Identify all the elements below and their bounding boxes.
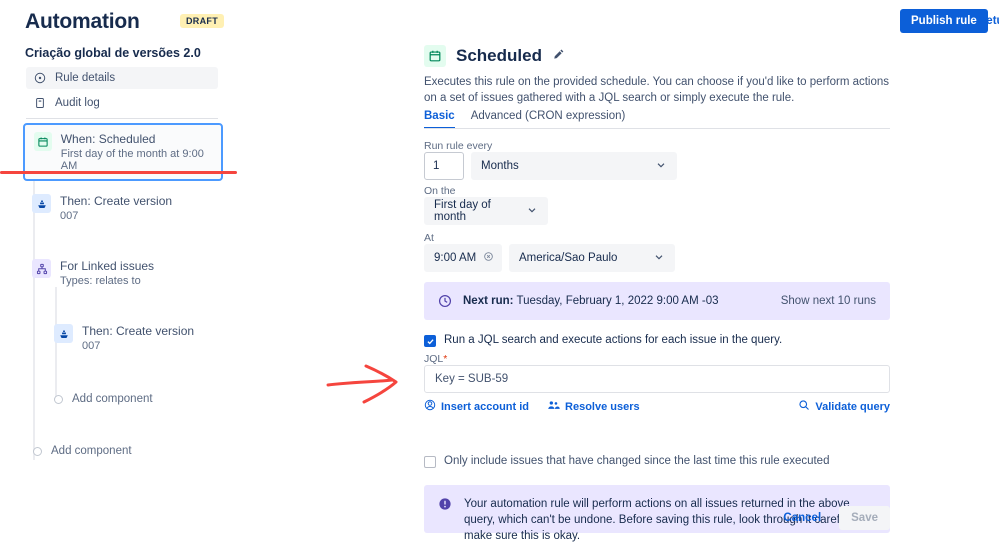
return-link[interactable]: Retu <box>978 15 999 27</box>
clear-icon[interactable] <box>483 251 494 265</box>
validate-query-label: Validate query <box>815 400 890 413</box>
interval-unit-value: Months <box>481 160 519 172</box>
checkbox-checked-icon[interactable] <box>424 335 436 347</box>
annotation-underline <box>0 171 237 174</box>
rule-sidebar: Criação global de versões 2.0 Rule detai… <box>0 42 415 534</box>
jql-tools-row: Insert account id Resolve users Validate… <box>424 399 890 414</box>
show-next-runs-link[interactable]: Show next 10 runs <box>781 295 876 307</box>
next-run-banner: Next run: Tuesday, February 1, 2022 9:00… <box>424 282 890 320</box>
next-run-label: Next run: <box>463 295 514 307</box>
add-component-label: Add component <box>51 445 132 457</box>
chevron-down-icon <box>655 159 667 174</box>
time-input[interactable]: 9:00 AM <box>424 244 502 272</box>
time-value: 9:00 AM <box>434 252 477 264</box>
insert-account-id-button[interactable]: Insert account id <box>424 399 529 414</box>
required-asterisk: * <box>443 353 448 365</box>
on-the-value: First day of month <box>434 199 491 223</box>
tree-node-subtitle: Types: relates to <box>60 275 141 287</box>
changed-only-label: Only include issues that have changed si… <box>444 455 830 467</box>
timezone-value: America/Sao Paulo <box>519 252 618 264</box>
tree-node-create-version[interactable]: Then: Create version 007 <box>32 194 172 222</box>
tree-node-subtitle: First day of the month at 9:00 AM <box>60 148 204 172</box>
next-run-text: Next run: Tuesday, February 1, 2022 9:00… <box>463 295 719 307</box>
person-icon <box>424 399 436 414</box>
tab-advanced-cron[interactable]: Advanced (CRON expression) <box>471 110 626 129</box>
calendar-icon <box>34 132 52 151</box>
branch-icon <box>32 259 51 278</box>
tree-node-subtitle: 007 <box>60 210 79 222</box>
search-icon <box>798 399 810 414</box>
detail-description: Executes this rule on the provided sched… <box>424 76 890 104</box>
people-icon <box>547 399 560 414</box>
next-run-value: Tuesday, February 1, 2022 9:00 AM -03 <box>516 295 719 307</box>
detail-header: Scheduled <box>424 45 565 67</box>
tree-node-title: Then: Create version <box>60 194 173 208</box>
version-ship-icon <box>54 324 73 343</box>
tree-node-subtitle: 007 <box>82 340 101 352</box>
status-badge-draft: DRAFT <box>180 14 224 28</box>
interval-number-input[interactable] <box>424 152 464 180</box>
insert-account-id-label: Insert account id <box>441 400 530 413</box>
run-rule-every-row: Months <box>424 152 677 180</box>
add-component-root-button[interactable]: Add component <box>33 445 132 457</box>
at-row: 9:00 AM America/Sao Paulo <box>424 244 675 272</box>
tree-node-title: Then: Create version <box>82 324 195 338</box>
rule-tree: When: Scheduled First day of the month a… <box>0 42 415 534</box>
tab-underline <box>424 128 890 129</box>
add-dot-icon <box>54 394 63 404</box>
detail-tabs: Basic Advanced (CRON expression) <box>424 110 625 129</box>
save-button[interactable]: Save <box>839 506 890 530</box>
resolve-users-label: Resolve users <box>565 400 640 413</box>
tab-basic[interactable]: Basic <box>424 110 455 129</box>
publish-rule-button[interactable]: Publish rule <box>900 9 988 33</box>
resolve-users-button[interactable]: Resolve users <box>547 399 640 414</box>
interval-unit-select[interactable]: Months <box>471 152 677 180</box>
clock-icon <box>438 294 452 308</box>
cancel-button[interactable]: Cancel <box>775 506 829 530</box>
chevron-down-icon <box>526 204 538 219</box>
on-the-row: First day of month <box>424 197 548 225</box>
chevron-down-icon <box>653 251 665 266</box>
tree-node-title: For Linked issues <box>60 259 155 273</box>
version-ship-icon <box>32 194 51 213</box>
run-jql-search-label: Run a JQL search and execute actions for… <box>444 334 783 346</box>
jql-label-text: JQL <box>424 353 444 365</box>
validate-query-button[interactable]: Validate query <box>798 399 890 414</box>
detail-title: Scheduled <box>456 46 542 65</box>
run-jql-search-checkbox-row[interactable]: Run a JQL search and execute actions for… <box>424 334 782 347</box>
changed-only-checkbox-row[interactable]: Only include issues that have changed si… <box>424 455 829 468</box>
on-the-select[interactable]: First day of month <box>424 197 548 225</box>
add-component-label: Add component <box>72 393 153 405</box>
jql-value: Key = SUB-59 <box>435 373 509 385</box>
tree-node-for-linked-issues[interactable]: For Linked issues Types: relates to <box>32 259 154 287</box>
tree-node-title: When: Scheduled <box>60 132 156 146</box>
run-rule-every-label: Run rule every <box>424 140 493 152</box>
timezone-select[interactable]: America/Sao Paulo <box>509 244 675 272</box>
checkbox-unchecked-icon[interactable] <box>424 456 436 468</box>
jql-input[interactable]: Key = SUB-59 <box>424 365 890 393</box>
on-the-label: On the <box>424 185 456 197</box>
add-dot-icon <box>33 446 42 456</box>
edit-pencil-icon[interactable] <box>552 48 565 64</box>
top-bar: Automation DRAFT Publish rule Retu <box>0 0 999 42</box>
tree-node-create-version-nested[interactable]: Then: Create version 007 <box>54 324 194 352</box>
page-title: Automation <box>25 10 140 33</box>
footer-actions: Cancel Save <box>424 506 890 530</box>
component-detail-panel: Scheduled Executes this rule on the prov… <box>415 42 999 542</box>
jql-label: JQL* <box>424 353 447 365</box>
at-label: At <box>424 232 434 244</box>
add-component-nested-button[interactable]: Add component <box>54 393 153 405</box>
calendar-icon <box>424 45 446 67</box>
